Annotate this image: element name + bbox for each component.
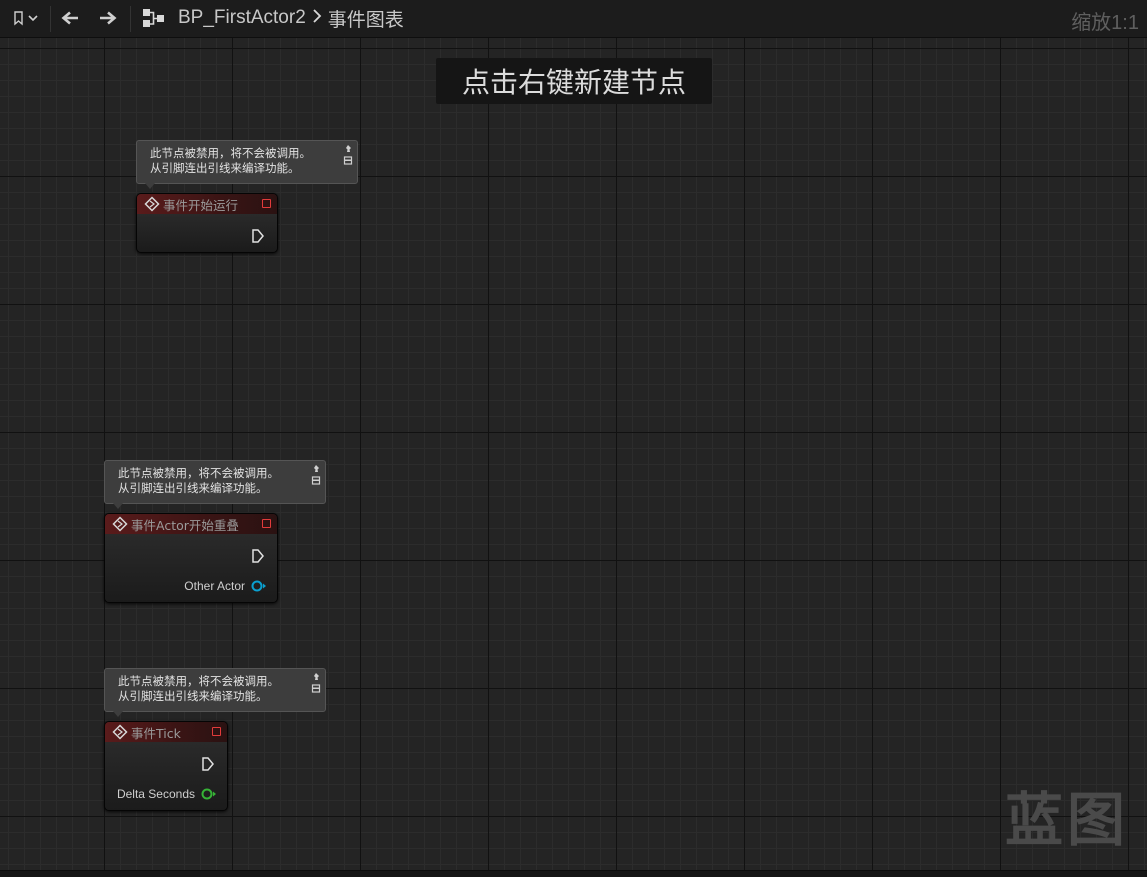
node-title: 事件开始运行 [163,197,239,213]
exec-output-pin[interactable] [251,228,265,244]
output-pin-label: Delta Seconds [116,787,195,801]
event-node-actor-begin-overlap[interactable]: 事件Actor开始重叠 Other Actor [104,513,278,603]
comment-line-2: 从引脚连出引线来编译功能。 [118,689,268,703]
blueprint-graph-icon [143,9,164,27]
back-button[interactable] [58,6,82,30]
bookmark-dropdown-button[interactable] [8,6,44,30]
breadcrumb-graph[interactable]: 事件图表 [328,5,404,32]
output-pin-row[interactable]: Delta Seconds [117,786,217,802]
event-diamond-icon [112,516,128,532]
comment-line-1: 此节点被禁用，将不会被调用。 [150,146,311,160]
toolbar-separator [130,6,131,32]
arrow-right-icon [100,11,117,25]
comment-tail [113,503,123,509]
graph-hint-text: 点击右键新建节点 [436,58,712,104]
pin-comment-icon[interactable] [311,672,321,694]
output-pin-label: Other Actor [184,579,245,593]
bottom-scrollbar[interactable] [0,870,1147,877]
event-node-tick[interactable]: 事件Tick Delta Seconds [104,721,228,811]
chevron-right-icon [312,8,322,29]
graph-toolbar: BP_FirstActor2 事件图表 缩放1:1 [0,0,1147,38]
node-header: 事件Tick [105,722,227,742]
zoom-level-label: 缩放1:1 [1071,12,1139,34]
comment-tail [113,711,123,717]
node-title: 事件Tick [131,725,181,741]
float-output-pin[interactable] [201,788,217,800]
breadcrumb-asset[interactable]: BP_FirstActor2 [178,7,306,29]
comment-tail [145,183,155,189]
node-title: 事件Actor开始重叠 [131,517,239,533]
node-header: 事件开始运行 [137,194,277,214]
delegate-pin[interactable] [262,199,271,208]
event-diamond-icon [144,196,160,212]
bookmark-icon [14,11,38,26]
node-body: Other Actor [105,534,277,602]
comment-line-2: 从引脚连出引线来编译功能。 [150,161,300,175]
toolbar-separator [50,6,51,32]
node-body [137,214,277,252]
delegate-pin[interactable] [212,727,221,736]
node-comment-bubble[interactable]: 此节点被禁用，将不会被调用。 从引脚连出引线来编译功能。 [104,460,326,509]
comment-line-2: 从引脚连出引线来编译功能。 [118,481,268,495]
node-header: 事件Actor开始重叠 [105,514,277,534]
comment-line-1: 此节点被禁用，将不会被调用。 [118,466,279,480]
comment-line-1: 此节点被禁用，将不会被调用。 [118,674,279,688]
pin-comment-icon[interactable] [311,464,321,486]
exec-output-pin[interactable] [251,548,265,564]
node-body: Delta Seconds [105,742,227,810]
pin-comment-icon[interactable] [343,144,353,166]
breadcrumb: BP_FirstActor2 事件图表 [142,5,404,32]
node-comment-bubble[interactable]: 此节点被禁用，将不会被调用。 从引脚连出引线来编译功能。 [136,140,358,189]
exec-output-pin[interactable] [201,756,215,772]
arrow-left-icon [61,11,78,25]
object-output-pin[interactable] [251,580,267,592]
delegate-pin[interactable] [262,519,271,528]
output-pin-row[interactable]: Other Actor [184,578,267,594]
event-diamond-icon [112,724,128,740]
node-comment-bubble[interactable]: 此节点被禁用，将不会被调用。 从引脚连出引线来编译功能。 [104,668,326,717]
forward-button[interactable] [96,6,120,30]
event-node-begin-play[interactable]: 事件开始运行 [136,193,278,253]
blueprint-watermark: 蓝图 [1004,786,1129,854]
